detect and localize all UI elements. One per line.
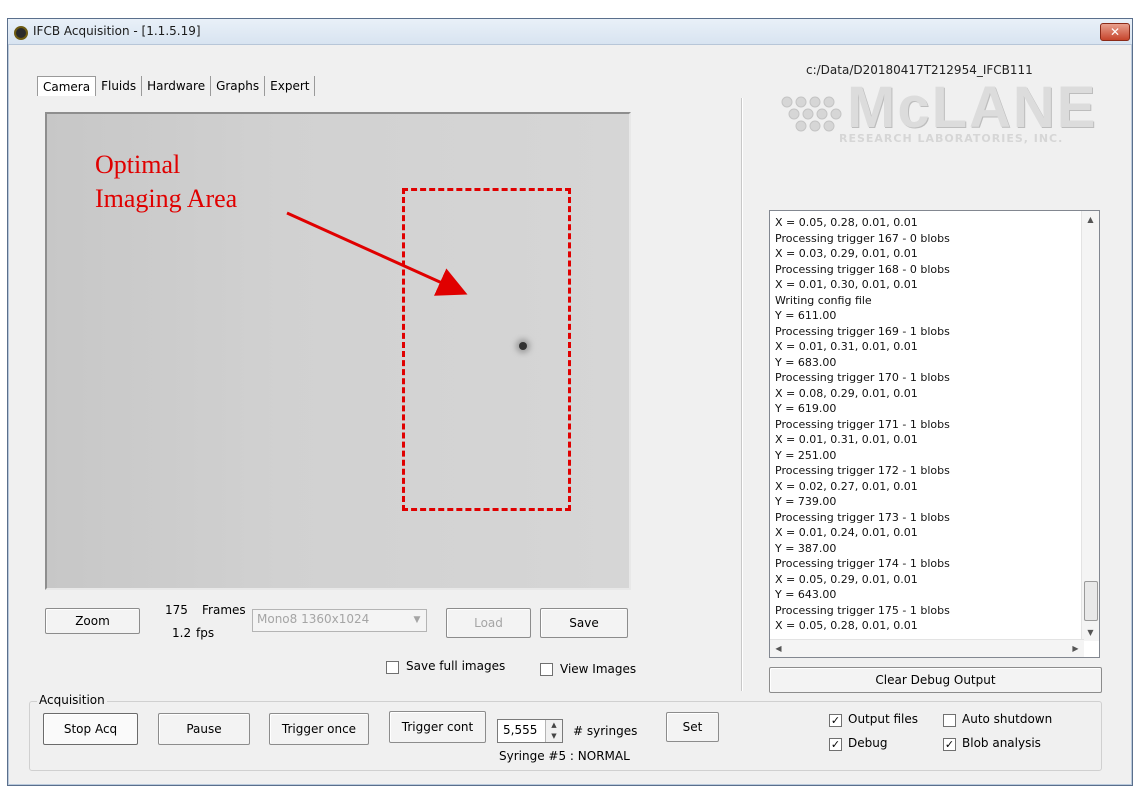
debug-line: Y = 387.00	[775, 541, 837, 555]
fps-label: fps	[196, 626, 215, 640]
scroll-down-icon[interactable]: ▼	[1082, 624, 1099, 641]
debug-lines: X = 0.05, 0.28, 0.01, 0.01 Processing tri…	[775, 215, 1081, 634]
debug-line: X = 0.03, 0.29, 0.01, 0.01	[775, 247, 918, 260]
save-full-images-label: Save full images	[406, 659, 506, 673]
syringes-stepper[interactable]: 5,555 ▲ ▼	[497, 719, 563, 743]
tab-expert[interactable]: Expert	[265, 76, 316, 96]
scroll-left-icon[interactable]: ◀	[770, 640, 787, 657]
load-button[interactable]: Load	[446, 608, 531, 638]
frames-count: 175	[165, 603, 188, 617]
output-files-label: Output files	[848, 712, 919, 726]
mclane-logo: McLANE RESEARCH LABORATORIES, INC.	[775, 75, 1105, 160]
debug-line: Processing trigger 175 - 1 blobs	[775, 603, 950, 617]
save-full-images-checkbox[interactable]	[386, 661, 399, 674]
tab-strip: Camera Fluids Hardware Graphs Expert	[37, 76, 316, 96]
debug-line: X = 0.01, 0.31, 0.01, 0.01	[775, 340, 918, 353]
debug-line: Y = 683.00	[775, 355, 837, 369]
acquisition-group-label: Acquisition	[37, 693, 107, 707]
debug-vertical-scrollbar[interactable]: ▲ ▼	[1081, 211, 1099, 641]
debug-label: Debug	[848, 736, 888, 750]
scroll-up-icon[interactable]: ▲	[1082, 211, 1099, 228]
debug-line: Processing trigger 174 - 1 blobs	[775, 557, 950, 570]
debug-line: Y = 643.00	[775, 588, 837, 601]
debug-line: Processing trigger 170 - 1 blobs	[775, 371, 950, 384]
debug-line: X = 0.01, 0.30, 0.01, 0.01	[775, 278, 918, 291]
debug-line: X = 0.01, 0.24, 0.01, 0.01	[775, 526, 918, 539]
zoom-button[interactable]: Zoom	[45, 608, 140, 634]
camera-mode-select[interactable]: Mono8 1360x1024 ▼	[252, 609, 427, 632]
tab-camera[interactable]: Camera	[37, 76, 97, 96]
debug-line: Y = 739.00	[775, 495, 837, 508]
debug-line: X = 0.02, 0.27, 0.01, 0.01	[775, 479, 918, 493]
close-button[interactable]: ✕	[1100, 23, 1130, 41]
app-icon	[14, 26, 28, 40]
auto-shutdown-label: Auto shutdown	[962, 712, 1053, 726]
annotation-line-1: Optimal	[95, 150, 181, 179]
debug-line: X = 0.05, 0.28, 0.01, 0.01	[775, 619, 918, 632]
set-button[interactable]: Set	[666, 712, 719, 742]
debug-line: Writing config file	[775, 293, 872, 307]
tab-hardware[interactable]: Hardware	[142, 76, 212, 96]
view-images-checkbox[interactable]	[540, 663, 553, 676]
debug-line: Y = 619.00	[775, 402, 837, 415]
imaging-area-box	[402, 188, 571, 511]
stop-acq-button[interactable]: Stop Acq	[43, 713, 138, 745]
camera-mode-value: Mono8 1360x1024	[257, 612, 370, 626]
logo-wordmark: McLANE	[847, 75, 1098, 140]
logo-dots-icon	[781, 96, 842, 132]
trigger-cont-button[interactable]: Trigger cont	[389, 711, 486, 743]
window-title: IFCB Acquisition - [1.1.5.19]	[33, 24, 201, 38]
scroll-right-icon[interactable]: ▶	[1067, 640, 1084, 657]
debug-line: X = 0.05, 0.29, 0.01, 0.01	[775, 572, 918, 586]
debug-horizontal-scrollbar[interactable]: ◀ ▶	[770, 639, 1084, 657]
debug-line: X = 0.01, 0.31, 0.01, 0.01	[775, 433, 918, 446]
annotation-line-2: Imaging Area	[95, 184, 238, 213]
pause-button[interactable]: Pause	[158, 713, 250, 745]
tab-graphs[interactable]: Graphs	[211, 76, 266, 96]
syringe-status: Syringe #5 : NORMAL	[499, 749, 630, 763]
debug-line: X = 0.05, 0.28, 0.01, 0.01	[775, 216, 918, 229]
debug-line: Processing trigger 167 - 0 blobs	[775, 231, 950, 245]
blob-analysis-checkbox[interactable]: ✓	[943, 738, 956, 751]
save-button[interactable]: Save	[540, 608, 628, 638]
view-images-label: View Images	[560, 662, 637, 676]
output-files-checkbox[interactable]: ✓	[829, 714, 842, 727]
fps-value: 1.2	[172, 626, 192, 640]
clear-debug-button[interactable]: Clear Debug Output	[769, 667, 1102, 693]
debug-line: Processing trigger 172 - 1 blobs	[775, 464, 950, 477]
panel-divider	[741, 98, 743, 691]
debug-line: Processing trigger 168 - 0 blobs	[775, 262, 950, 276]
tab-fluids[interactable]: Fluids	[96, 76, 143, 96]
scroll-thumb[interactable]	[1084, 581, 1098, 621]
blob-analysis-label: Blob analysis	[962, 736, 1041, 750]
debug-output[interactable]: X = 0.05, 0.28, 0.01, 0.01 Processing tri…	[769, 210, 1100, 658]
debug-checkbox[interactable]: ✓	[829, 738, 842, 751]
debug-line: Y = 611.00	[775, 309, 837, 322]
debug-line: Y = 251.00	[775, 448, 837, 462]
trigger-once-button[interactable]: Trigger once	[269, 713, 369, 745]
stepper-arrows-icon[interactable]: ▲ ▼	[545, 720, 562, 742]
annotation-label: Optimal Imaging Area	[95, 148, 237, 216]
syringes-value: 5,555	[503, 723, 538, 737]
auto-shutdown-checkbox[interactable]	[943, 714, 956, 727]
debug-line: Processing trigger 171 - 1 blobs	[775, 417, 950, 431]
debug-line: X = 0.08, 0.29, 0.01, 0.01	[775, 386, 918, 400]
logo-subtitle: RESEARCH LABORATORIES, INC.	[839, 132, 1064, 145]
debug-line: Processing trigger 173 - 1 blobs	[775, 510, 950, 524]
chevron-down-icon: ▼	[413, 615, 421, 625]
debug-line: Processing trigger 169 - 1 blobs	[775, 324, 950, 338]
syringes-label: # syringes	[573, 724, 638, 738]
frames-label: Frames	[202, 603, 246, 617]
